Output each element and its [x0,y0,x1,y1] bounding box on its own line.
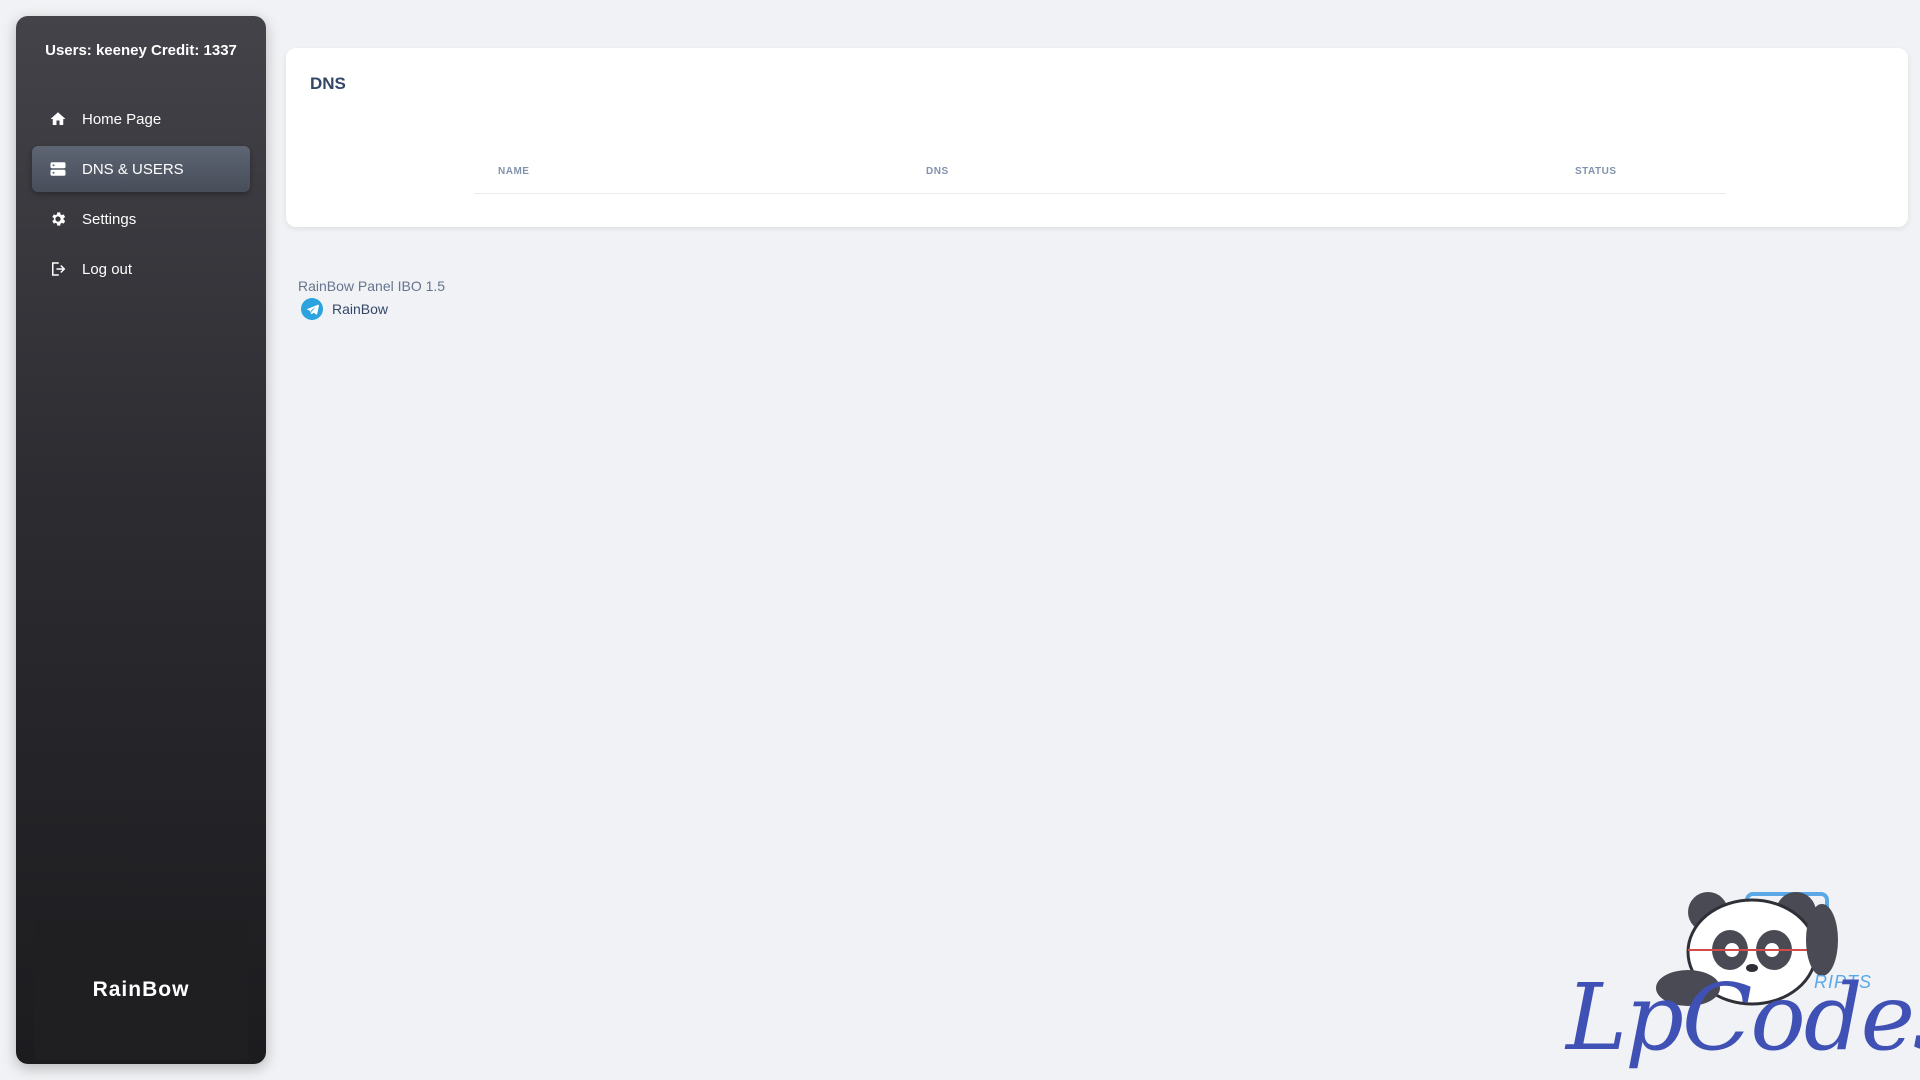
brand-logo: RainBow [34,920,248,1060]
watermark-text: LpCodes [1566,964,1920,1071]
watermark: RIPTS LpCodes [1560,880,1920,1080]
telegram-icon [301,298,323,320]
logout-icon [48,259,68,279]
column-header-name: NAME [498,166,530,177]
sidebar-item-label: Settings [82,210,137,228]
telegram-label: RainBow [332,301,389,317]
sidebar-nav: Home Page DNS & USERS Settings Log out [32,96,250,296]
sidebar: Users: keeney Credit: 1337 Home Page DNS… [16,16,266,1064]
sidebar-item-label: Log out [82,260,133,278]
sidebar-item-logout[interactable]: Log out [32,246,250,292]
version-text: RainBow Panel IBO 1.5 [298,278,446,294]
home-icon [48,109,68,129]
sidebar-item-settings[interactable]: Settings [32,196,250,242]
column-header-status: STATUS [1575,166,1617,177]
gear-icon [48,209,68,229]
telegram-link[interactable]: RainBow [301,298,388,320]
card-title: DNS [310,74,346,93]
dns-card: DNS NAME DNS STATUS [286,48,1908,227]
sidebar-item-dns-users[interactable]: DNS & USERS [32,146,250,192]
sidebar-item-label: Home Page [82,110,162,128]
user-credit-info: Users: keeney Credit: 1337 [45,42,237,59]
sidebar-item-label: DNS & USERS [82,160,184,178]
sidebar-item-home[interactable]: Home Page [32,96,250,142]
server-icon [48,159,68,179]
column-header-dns: DNS [926,166,949,177]
dns-table-header: NAME DNS STATUS [474,166,1726,194]
